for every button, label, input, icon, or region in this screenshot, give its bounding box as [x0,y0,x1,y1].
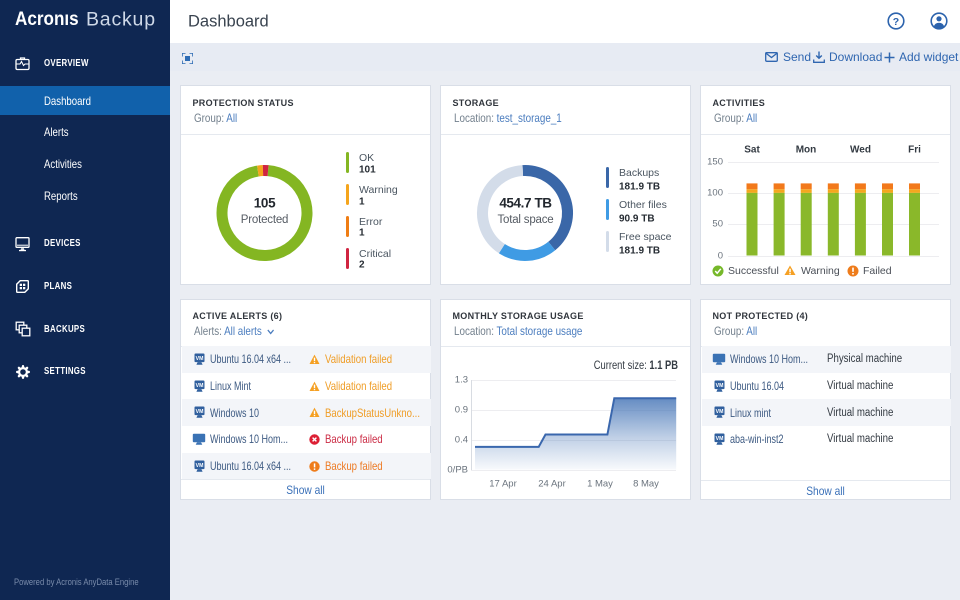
svg-text:VM: VM [196,462,204,468]
svg-text:VM: VM [196,409,204,415]
svg-text:VM: VM [716,383,724,389]
svg-text:VM: VM [716,436,724,442]
svg-text:?: ? [893,16,899,28]
svg-text:VM: VM [196,383,204,389]
svg-text:VM: VM [196,356,204,362]
svg-text:VM: VM [716,409,724,415]
